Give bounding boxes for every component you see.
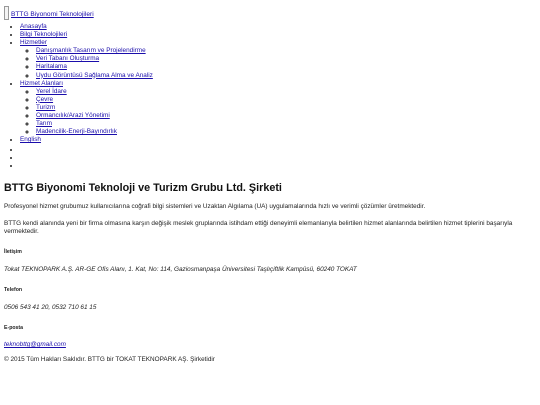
slider-dot[interactable] [20, 146, 536, 154]
nav-link-tourism[interactable]: Turizm [36, 104, 55, 111]
phone-text: 0506 543 41 20, 0532 710 61 15 [4, 303, 97, 311]
nav-link-consulting[interactable]: Danışmanlık Tasarım ve Projelendirme [36, 47, 146, 54]
nav-link-english[interactable]: English [20, 136, 41, 143]
logo-image-icon [4, 6, 9, 20]
submenu-item: Ormancılık/Arazi Yönetimi [36, 112, 536, 120]
nav-item-areas: Hizmet Alanları Yerel İdare Çevre Turizm… [20, 80, 536, 137]
intro-paragraph: Profesyonel hizmet grubumuz kullanıcılar… [4, 203, 426, 211]
address-label: İletişim [4, 248, 22, 255]
nav-item-it: Bilgi Teknolojileri [20, 31, 536, 39]
slider-dot[interactable] [20, 154, 536, 162]
nav-link-forestry[interactable]: Ormancılık/Arazi Yönetimi [36, 112, 110, 119]
submenu-item: Madencilik-Enerji-Bayındırlık [36, 128, 536, 136]
nav-link-home[interactable]: Anasayfa [20, 23, 47, 30]
submenu-item: Tarım [36, 120, 536, 128]
nav-link-services[interactable]: Hizmetler [20, 39, 47, 46]
submenu-item: Yerel İdare [36, 88, 536, 96]
nav-link-it[interactable]: Bilgi Teknolojileri [20, 31, 67, 38]
submenu-item: Danışmanlık Tasarım ve Projelendirme [36, 47, 536, 55]
submenu-item: Çevre [36, 96, 536, 104]
areas-submenu: Yerel İdare Çevre Turizm Ormancılık/Araz… [20, 88, 536, 137]
nav-link-areas[interactable]: Hizmet Alanları [20, 80, 63, 87]
nav-link-mapping[interactable]: Haritalama [36, 63, 67, 70]
nav-item-home: Anasayfa [20, 23, 536, 31]
phone-label: Telefon [4, 287, 23, 293]
about-paragraph: BTTG kendi alanında yeni bir firma olmas… [4, 219, 513, 235]
submenu-item: Uydu Görüntüsü Sağlama Alma ve Analiz [36, 72, 536, 80]
page-title: BTTG Biyonomi Teknoloji ve Turizm Grubu … [4, 182, 282, 195]
nav-item-services: Hizmetler Danışmanlık Tasarım ve Projele… [20, 39, 536, 79]
email-label: E-posta [4, 325, 24, 332]
nav-link-database[interactable]: Veri Tabanı Oluşturma [36, 55, 99, 62]
page: BTTG Biyonomi Teknolojileri Anasayfa Bil… [0, 0, 540, 364]
footer-copyright: © 2015 Tüm Hakları Saklıdır. BTTG bir TO… [4, 356, 215, 364]
submenu-item: Turizm [36, 104, 536, 112]
nav-link-local-gov[interactable]: Yerel İdare [36, 88, 67, 95]
nav-link-agriculture[interactable]: Tarım [36, 120, 52, 127]
submenu-item: Haritalama [36, 63, 536, 71]
address-text: Tokat TEKNOPARK A.Ş. AR-GE Ofis Alanı, 1… [4, 265, 357, 273]
services-submenu: Danışmanlık Tasarım ve Projelendirme Ver… [20, 47, 536, 79]
nav-link-satellite[interactable]: Uydu Görüntüsü Sağlama Alma ve Analiz [36, 72, 153, 79]
email-container: teknobttg@gmail.com [4, 341, 536, 349]
slider-dot[interactable] [20, 162, 536, 170]
nav-link-environment[interactable]: Çevre [36, 96, 53, 103]
site-header: BTTG Biyonomi Teknolojileri [4, 4, 536, 20]
email-link[interactable]: teknobttg@gmail.com [4, 341, 66, 348]
nav-item-english: English [20, 136, 536, 144]
slider-indicators [4, 146, 536, 169]
brand-link[interactable]: BTTG Biyonomi Teknolojileri [11, 11, 94, 20]
main-nav: Anasayfa Bilgi Teknolojileri Hizmetler D… [4, 23, 536, 144]
submenu-item: Veri Tabanı Oluşturma [36, 55, 536, 63]
nav-link-mining[interactable]: Madencilik-Enerji-Bayındırlık [36, 128, 117, 135]
